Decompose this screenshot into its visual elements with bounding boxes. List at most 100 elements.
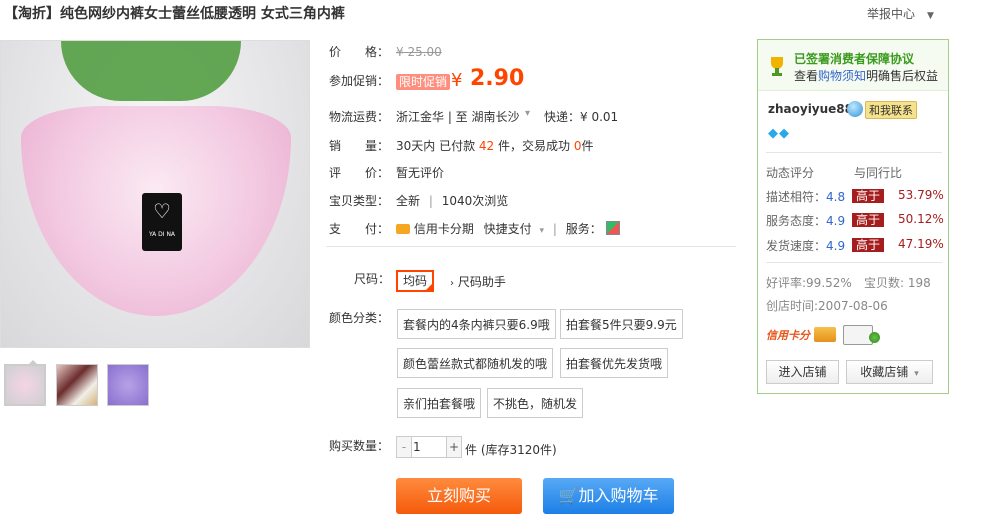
sales-info: 30天内 已付款 42 件，交易成功 0件 [396,137,594,154]
wangwang-icon[interactable] [847,101,863,117]
diamond-rating-icon: ◆◆ [768,126,790,141]
express-fee: 快递：¥ 0.01 [544,110,619,124]
separator: | [552,222,557,236]
quantity-increase-button[interactable]: + [446,437,461,457]
payment-label: 支 付： [329,222,390,236]
promo-label: 参加促销： [329,74,390,88]
color-label: 颜色分类： [329,311,390,325]
color-option-4[interactable]: 拍套餐优先发货哦 [560,348,669,378]
notice-suffix: 明确售后权益 [866,69,939,83]
rating-compare: 高于 [852,187,885,204]
shopping-notice-link[interactable]: 购物须知 [818,69,866,83]
route-chevron-icon[interactable]: ▾ [525,108,530,119]
size-label: 尺码： [354,272,391,286]
item-type-label: 宝贝类型： [329,194,390,208]
credit-installment[interactable]: 信用卡分期 [414,222,474,236]
product-main-image[interactable]: ♡ YA DI NA [0,40,310,348]
color-option-3[interactable]: 颜色蕾丝款式都随机发的哦 [397,348,554,378]
logistics-label: 物流运费： [329,110,390,124]
seller-panel: 已签署消费者保障协议 查看购物须知明确售后权益 zhaoyiyue88 和我联系… [757,39,949,394]
compare-badge: 高于 [852,213,885,227]
plant-decoration [61,41,241,101]
rating-row-shipping: 发货速度：4.9 [766,237,845,254]
rating-compare: 高于 [852,236,885,253]
item-type-info: 全新 | 1040次浏览 [396,192,508,209]
chevron-down-icon: ▼ [927,11,934,21]
cart-icon: 🛒 [558,486,579,505]
payment-info: 信用卡分期 快捷支付 ▾ | 服务： [396,220,620,237]
rating-label: 描述相符： [766,190,827,204]
color-option-5[interactable]: 亲们拍套餐哦 [397,388,482,418]
thumbnail-1[interactable] [4,364,46,406]
rating-score: 4.8 [826,190,846,204]
sales-text-1: 30天内 已付款 [396,139,476,153]
payment-chevron-icon[interactable]: ▾ [540,226,545,236]
chevron-right-icon: › [450,278,454,289]
rating-label: 服务态度： [766,214,827,228]
size-option-selected[interactable]: 均码 [396,270,434,292]
quick-pay[interactable]: 快捷支付 [484,222,532,236]
separator: | [428,194,433,208]
compare-badge: 高于 [852,189,885,203]
heart-icon: ♡ [153,199,171,223]
sales-text-2: 件，交易成功 [498,139,571,153]
seller-name[interactable]: zhaoyiyue88 [768,102,853,116]
favorite-shop-label: 收藏店铺 [860,365,909,379]
color-option-1[interactable]: 套餐内的4条内裤只要6.9哦 [397,309,556,339]
rating-label: 发货速度： [766,239,827,253]
trophy-icon [771,57,783,76]
report-center-link[interactable]: 举报中心 ▼ [867,5,934,22]
thumbnail-3[interactable] [107,364,149,406]
quantity-input[interactable]: 1 [413,437,445,457]
rating-pct: 50.12% [898,212,944,226]
size-helper-text: 尺码助手 [457,275,506,289]
stock-info: 件 (库存3120件) [465,443,557,457]
chevron-down-icon: ▾ [914,369,919,379]
condition: 全新 [396,194,421,208]
service-icon[interactable] [605,221,620,235]
color-option-6[interactable]: 不挑色，随机发 [487,388,584,418]
credit-card-logo: 信用卡分 [766,329,810,342]
review-label: 评 价： [329,166,390,180]
rating-pct: 53.79% [898,188,944,202]
brand-tag-text: YA DI NA [148,231,176,238]
compare-header: 与同行比 [854,166,903,180]
thumbnail-2[interactable] [56,364,98,406]
review-value: 暂无评价 [396,166,445,180]
currency-symbol: ¥ [451,70,463,91]
rating-row-description: 描述相符：4.8 [766,188,845,205]
promo-price: 2.90 [470,66,525,91]
item-count: 宝贝数: 198 [864,276,931,290]
favorite-shop-button[interactable]: 收藏店铺 ▾ [846,360,933,384]
add-to-cart-button[interactable]: 🛒加入购物车 [543,478,674,514]
paid-count: 42 [478,139,495,153]
quantity-label: 购买数量： [329,439,390,453]
brand-tag: ♡ YA DI NA [142,193,182,251]
quantity-stepper: - 1 + [396,436,462,458]
rating-header: 动态评分 [766,166,815,180]
rating-pct: 47.19% [898,237,944,251]
size-helper-link[interactable]: › 尺码助手 [450,273,506,290]
color-option-2[interactable]: 拍套餐5件只要9.9元 [560,309,683,339]
buy-now-button[interactable]: 立刻购买 [396,478,522,514]
enter-shop-button[interactable]: 进入店铺 [766,360,839,384]
contact-seller-button[interactable]: 和我联系 [865,101,917,119]
sales-label: 销 量： [329,139,390,153]
logistics-route[interactable]: 浙江金华 | 至 湖南长沙 [396,108,520,125]
view-count: 1040次浏览 [441,194,509,208]
add-to-cart-label: 加入购物车 [578,486,659,505]
report-label: 举报中心 [867,7,916,21]
rating-score: 4.9 [826,239,846,253]
guarantee-title: 已签署消费者保障协议 [794,52,915,66]
original-price: ¥ 25.00 [396,45,442,59]
divider [326,246,736,247]
compare-badge: 高于 [852,238,885,252]
promo-badge-text: 限时促销 [396,74,451,90]
good-rate: 好评率:99.52% [766,276,852,290]
rating-compare: 高于 [852,211,885,228]
divider [766,152,942,153]
divider [766,262,942,263]
verified-icon [869,332,880,343]
quantity-decrease-button[interactable]: - [397,437,412,457]
price-label: 价 格： [329,45,390,59]
